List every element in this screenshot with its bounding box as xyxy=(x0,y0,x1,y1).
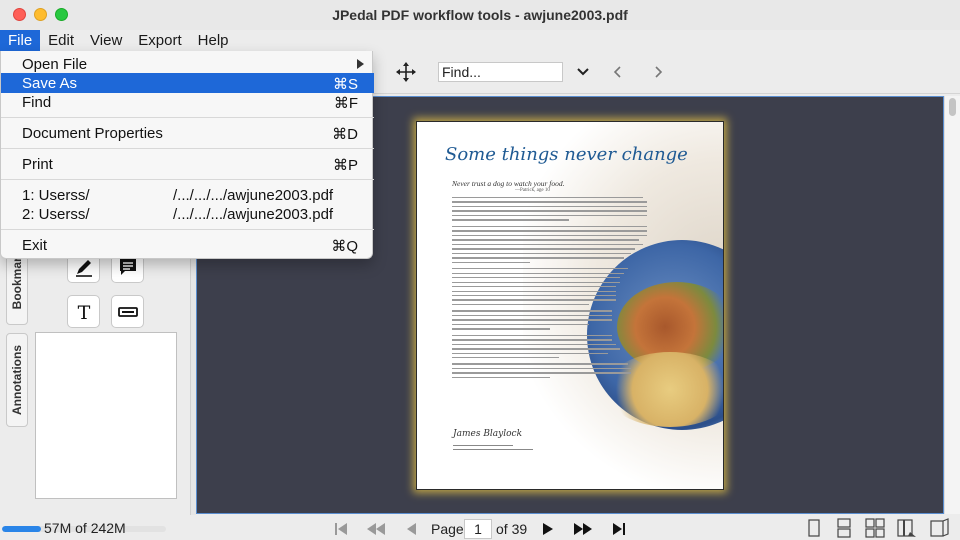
next-page-icon[interactable] xyxy=(541,520,555,538)
link-annotation-button[interactable] xyxy=(111,295,144,328)
last-page-icon[interactable] xyxy=(611,520,627,538)
recent-file-path: /.../.../.../awjune2003.pdf xyxy=(173,206,334,223)
close-window-button[interactable] xyxy=(13,8,26,21)
annotations-list[interactable] xyxy=(35,332,177,499)
memory-bar-fill xyxy=(2,526,41,532)
text-icon: T xyxy=(77,302,90,323)
find-options-chevron-icon[interactable] xyxy=(572,61,594,83)
menu-separator xyxy=(1,148,374,149)
menu-item-exit[interactable]: Exit ⌘Q xyxy=(1,235,374,255)
submenu-arrow-icon xyxy=(357,59,364,69)
find-next-icon[interactable] xyxy=(647,61,669,83)
previous-page-icon[interactable] xyxy=(404,520,418,538)
forward-ten-pages-icon[interactable] xyxy=(573,520,593,538)
menu-item-shortcut: ⌘Q xyxy=(331,238,358,255)
tab-annotations[interactable]: Annotations xyxy=(6,333,28,427)
menu-item-print[interactable]: Print ⌘P xyxy=(1,154,374,174)
menu-item-document-properties[interactable]: Document Properties ⌘D xyxy=(1,123,374,143)
facing-pages-view-icon[interactable] xyxy=(864,518,886,538)
menu-edit[interactable]: Edit xyxy=(40,30,82,51)
zoom-window-button[interactable] xyxy=(55,8,68,21)
menu-item-label: Document Properties xyxy=(22,125,163,142)
back-ten-pages-icon[interactable] xyxy=(366,520,386,538)
menu-item-label: Exit xyxy=(22,237,48,254)
link-icon xyxy=(117,306,138,317)
menu-item-recent-file-1[interactable]: 1: Userss/ /.../.../.../awjune2003.pdf xyxy=(1,185,374,205)
menu-item-label: Save As xyxy=(22,75,78,92)
menu-item-label: Open File xyxy=(22,56,88,73)
page-subheading: Never trust a dog to watch your food. xyxy=(452,179,565,188)
paragraph xyxy=(452,363,647,379)
menu-help[interactable]: Help xyxy=(190,30,237,51)
menu-separator xyxy=(1,179,374,180)
menu-item-label: Find xyxy=(22,94,52,111)
menu-bar: File Edit View Export Help xyxy=(0,30,960,51)
page-body-text xyxy=(452,197,647,383)
menu-item-save-as[interactable]: Save As ⌘S xyxy=(1,73,374,93)
paragraph xyxy=(452,225,647,264)
paragraph xyxy=(452,268,647,306)
recent-file-label: 1: Userss/ xyxy=(22,187,90,204)
page-signature-caption xyxy=(453,445,533,451)
menu-item-label: Print xyxy=(22,156,53,173)
menu-separator xyxy=(1,229,374,230)
menu-item-find[interactable]: Find ⌘F xyxy=(1,92,374,112)
menu-item-shortcut: ⌘D xyxy=(332,126,358,143)
page-label: Page xyxy=(431,521,464,537)
recent-file-path: /.../.../.../awjune2003.pdf xyxy=(173,187,334,204)
paragraph xyxy=(452,310,647,330)
find-previous-icon[interactable] xyxy=(607,61,629,83)
menu-item-recent-file-2[interactable]: 2: Userss/ /.../.../.../awjune2003.pdf xyxy=(1,204,374,224)
pan-move-icon[interactable] xyxy=(395,61,417,83)
menu-item-shortcut: ⌘P xyxy=(332,157,358,174)
tab-bookmarks-label: Bookmark xyxy=(10,250,24,310)
menu-item-shortcut: ⌘F xyxy=(333,95,358,112)
single-page-view-icon[interactable] xyxy=(803,518,825,538)
find-input[interactable] xyxy=(438,62,563,82)
scrollbar-thumb[interactable] xyxy=(949,98,956,116)
page-heading: Some things never change xyxy=(445,144,688,165)
title-bar: JPedal PDF workflow tools - awjune2003.p… xyxy=(0,0,960,30)
menu-item-shortcut: ⌘S xyxy=(332,76,358,93)
tab-annotations-label: Annotations xyxy=(10,345,24,415)
page-credit: —Patrick, age 10 xyxy=(515,188,550,193)
menu-separator xyxy=(1,117,374,118)
first-page-icon[interactable] xyxy=(333,520,349,538)
svg-text:T: T xyxy=(77,302,90,323)
menu-export[interactable]: Export xyxy=(130,30,189,51)
menu-view[interactable]: View xyxy=(82,30,130,51)
page-flow-view-icon[interactable] xyxy=(896,518,918,538)
pdf-page[interactable]: Some things never change Never trust a d… xyxy=(416,121,724,490)
total-pages-label: of 39 xyxy=(496,521,528,537)
file-menu-dropdown: Open File Save As ⌘S Find ⌘F Document Pr… xyxy=(0,51,374,259)
menu-item-open-file[interactable]: Open File xyxy=(1,54,374,74)
recent-file-label: 2: Userss/ xyxy=(22,206,90,223)
paragraph xyxy=(452,334,647,359)
menu-file[interactable]: File xyxy=(0,30,41,51)
page-turning-view-icon[interactable] xyxy=(928,518,950,538)
memory-text: 57M of 242M xyxy=(44,520,126,536)
vertical-scrollbar[interactable] xyxy=(944,96,960,514)
minimize-window-button[interactable] xyxy=(34,8,47,21)
continuous-view-icon[interactable] xyxy=(833,518,855,538)
page-signature: James Blaylock xyxy=(453,429,523,439)
page-number-input[interactable] xyxy=(464,519,492,539)
window-title: JPedal PDF workflow tools - awjune2003.p… xyxy=(332,7,628,23)
paragraph xyxy=(452,197,647,221)
window-controls xyxy=(13,8,68,21)
text-annotation-button[interactable]: T xyxy=(67,295,100,328)
